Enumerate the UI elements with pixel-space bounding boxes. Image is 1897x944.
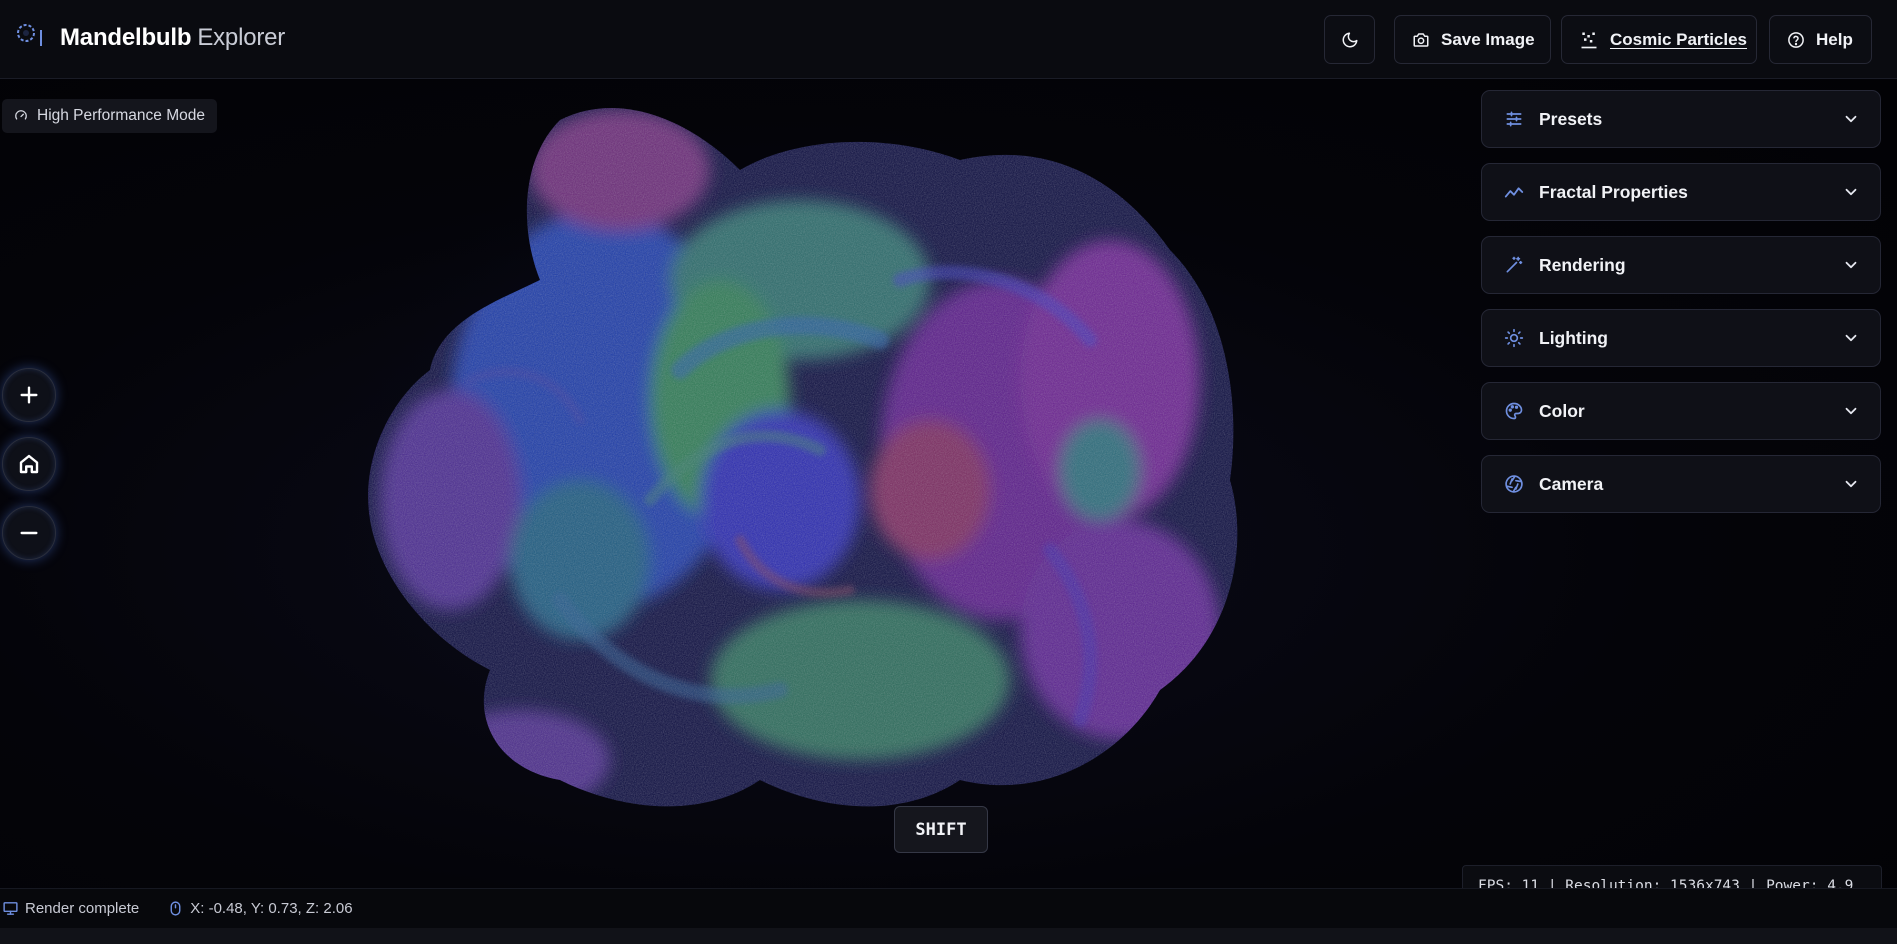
cursor-coordinates-text: X: -0.48, Y: 0.73, Z: 2.06 bbox=[190, 900, 353, 917]
section-lighting-label: Lighting bbox=[1539, 327, 1609, 348]
mouse-icon bbox=[170, 901, 181, 916]
palette-icon bbox=[1503, 400, 1525, 422]
chevron-down-icon bbox=[1845, 188, 1857, 196]
chevron-down-icon bbox=[1845, 261, 1857, 269]
app: Mandelbulb Explorer Save Image Cosmic Par… bbox=[0, 0, 1897, 944]
save-image-button[interactable]: Save Image bbox=[1394, 15, 1551, 64]
camera-icon bbox=[1413, 32, 1429, 47]
app-title-bold: Mandelbulb bbox=[60, 24, 192, 51]
chevron-down-icon bbox=[1845, 407, 1857, 415]
bottom-edge bbox=[0, 928, 1897, 944]
section-camera[interactable]: Camera bbox=[1481, 455, 1881, 513]
sparkle-grid-icon bbox=[1581, 32, 1597, 48]
section-color[interactable]: Color bbox=[1481, 382, 1881, 440]
trend-line-icon bbox=[1503, 181, 1525, 203]
help-label: Help bbox=[1816, 29, 1853, 49]
performance-mode-label: High Performance Mode bbox=[37, 107, 205, 124]
shift-key-indicator: SHIFT bbox=[894, 806, 988, 853]
section-rendering[interactable]: Rendering bbox=[1481, 236, 1881, 294]
home-icon bbox=[19, 454, 39, 474]
help-button[interactable]: Help bbox=[1769, 15, 1872, 64]
performance-mode-toggle[interactable]: High Performance Mode bbox=[2, 99, 217, 133]
render-status: Render complete bbox=[2, 900, 139, 917]
section-fractal-properties[interactable]: Fractal Properties bbox=[1481, 163, 1881, 221]
section-camera-label: Camera bbox=[1539, 473, 1604, 494]
monitor-icon bbox=[3, 902, 18, 915]
minus-icon bbox=[20, 531, 38, 535]
aperture-icon bbox=[1503, 473, 1525, 495]
sliders-icon bbox=[1503, 108, 1525, 130]
app-title: Mandelbulb Explorer bbox=[60, 24, 285, 52]
chevron-down-icon bbox=[1845, 480, 1857, 488]
cosmic-particles-button[interactable]: Cosmic Particles bbox=[1561, 15, 1757, 64]
cursor-coordinates: X: -0.48, Y: 0.73, Z: 2.06 bbox=[167, 900, 353, 917]
chevron-down-icon bbox=[1845, 334, 1857, 342]
cosmic-particles-label: Cosmic Particles bbox=[1610, 29, 1748, 49]
magic-wand-icon bbox=[1503, 254, 1525, 276]
reset-view-button[interactable] bbox=[2, 437, 56, 491]
header: Mandelbulb Explorer Save Image Cosmic Par… bbox=[0, 0, 1897, 79]
zoom-out-button[interactable] bbox=[2, 506, 56, 560]
section-rendering-label: Rendering bbox=[1539, 254, 1626, 275]
gauge-icon bbox=[15, 110, 27, 120]
save-image-label: Save Image bbox=[1441, 29, 1535, 49]
zoom-in-button[interactable] bbox=[2, 368, 56, 422]
render-status-text: Render complete bbox=[25, 900, 140, 917]
section-fractal-properties-label: Fractal Properties bbox=[1539, 181, 1688, 202]
status-bar: Render complete X: -0.48, Y: 0.73, Z: 2.… bbox=[0, 888, 1897, 928]
section-presets[interactable]: Presets bbox=[1481, 90, 1881, 148]
sun-icon bbox=[1503, 327, 1525, 349]
theme-toggle-button[interactable] bbox=[1324, 15, 1375, 64]
section-presets-label: Presets bbox=[1539, 108, 1603, 129]
section-lighting[interactable]: Lighting bbox=[1481, 309, 1881, 367]
section-color-label: Color bbox=[1539, 400, 1585, 421]
app-logo-icon bbox=[17, 24, 42, 46]
help-circle-icon bbox=[1788, 31, 1804, 48]
plus-icon bbox=[20, 386, 38, 404]
app-title-light: Explorer bbox=[197, 24, 286, 51]
chevron-down-icon bbox=[1845, 115, 1857, 123]
moon-icon bbox=[1342, 32, 1357, 47]
